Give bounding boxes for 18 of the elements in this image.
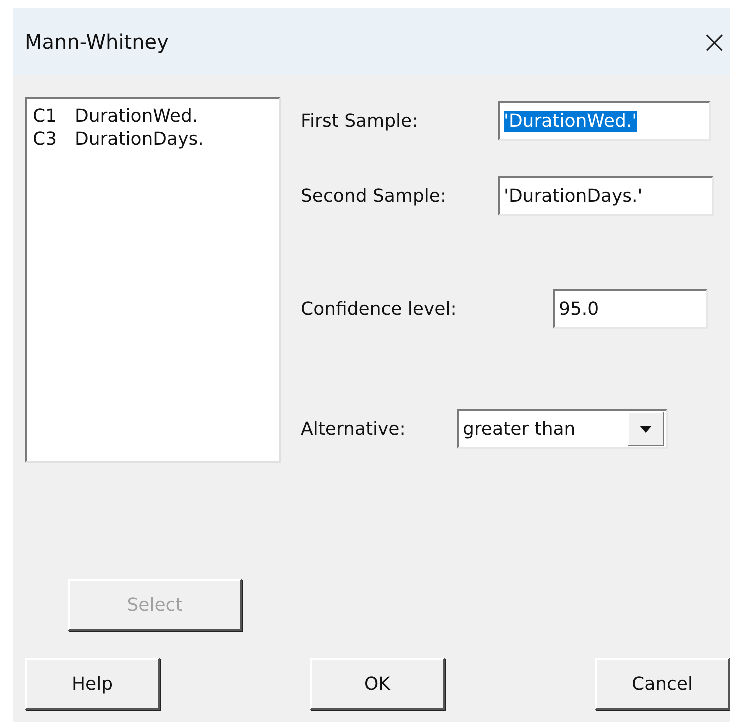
field-label: First Sample: — [301, 110, 420, 132]
column-name[interactable]: DurationDays. — [75, 128, 204, 151]
window-title: Mann-Whitney — [25, 30, 169, 54]
column-name[interactable]: DurationWed. — [75, 105, 198, 128]
field-label: Alternative: — [301, 418, 407, 440]
input-field[interactable]: 95.0 — [553, 289, 708, 329]
dialog-button[interactable]: Help — [25, 658, 160, 710]
field-label: Confidence level: — [301, 298, 458, 320]
close-button[interactable]: × — [701, 22, 728, 60]
field-label: Second Sample: — [301, 186, 448, 206]
input-field[interactable]: 'DurationWed.' — [498, 101, 711, 141]
column-list[interactable]: C1 DurationWed. C3 DurationDays. — [25, 97, 281, 463]
input-field[interactable]: 'DurationDays.' — [498, 176, 714, 216]
column-id: C3 — [33, 128, 58, 151]
dialog-button[interactable]: OK — [310, 658, 445, 710]
alternative-dropdown[interactable]: greater than — [457, 409, 668, 449]
dialog-button[interactable]: Cancel — [595, 658, 730, 710]
column-id: C1 — [33, 105, 58, 128]
